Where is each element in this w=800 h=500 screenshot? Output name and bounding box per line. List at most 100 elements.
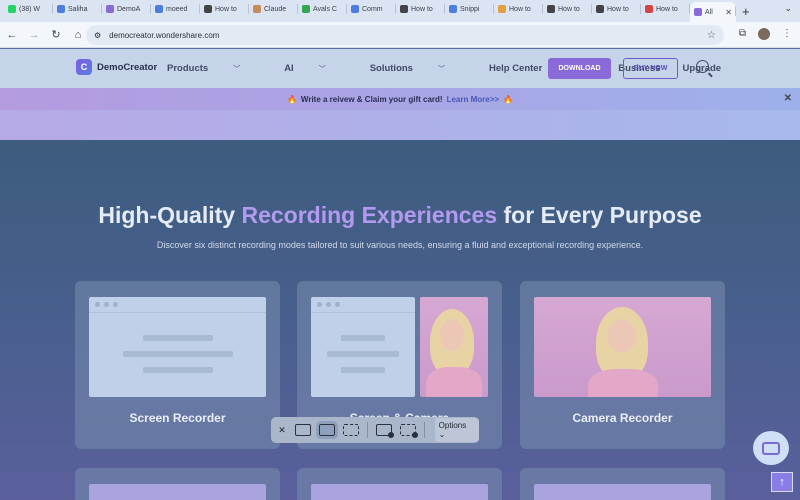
tab-favicon-icon — [498, 5, 506, 13]
browser-tab[interactable]: How to — [543, 0, 592, 18]
record-region-icon[interactable] — [399, 424, 418, 438]
tab-label: All — [705, 8, 713, 16]
tab-label: How to — [558, 5, 580, 13]
tab-label: How to — [411, 5, 433, 13]
card-camera-recorder[interactable]: Camera Recorder — [520, 281, 725, 449]
new-tab-button[interactable]: + — [742, 4, 750, 19]
card-partial[interactable] — [520, 468, 725, 500]
browser-tab[interactable]: DemoA — [102, 0, 151, 18]
hero-subtitle: Discover six distinct recording modes ta… — [156, 240, 644, 250]
screen-mockup — [311, 297, 415, 397]
tab-favicon-icon — [596, 5, 604, 13]
hero-title: High-Quality Recording Experiences for E… — [98, 202, 702, 228]
tab-favicon-icon — [694, 8, 702, 16]
close-tab-icon[interactable]: ✕ — [725, 8, 732, 17]
browser-tab[interactable]: All ✕ — [690, 2, 736, 22]
record-window-icon[interactable] — [375, 424, 394, 438]
search-icon[interactable] — [696, 60, 709, 73]
tab-search-chevron-icon[interactable]: ⌄ — [784, 3, 792, 14]
camera-photo — [534, 297, 711, 397]
tab-label: How to — [509, 5, 531, 13]
browser-menu-icon[interactable]: ⋮ — [782, 28, 792, 40]
buy-now-button[interactable]: BUY NOW — [623, 58, 678, 79]
browser-tab[interactable]: Comm — [347, 0, 396, 18]
browser-tab[interactable]: How to — [592, 0, 641, 18]
tab-favicon-icon — [155, 5, 163, 13]
learn-more-link[interactable]: Learn More>> — [447, 95, 499, 104]
tab-favicon-icon — [253, 5, 261, 13]
back-icon[interactable]: ← — [6, 29, 18, 41]
card-partial[interactable] — [75, 468, 280, 500]
url-text: democreator.wondershare.com — [109, 30, 220, 40]
tab-label: Claude — [264, 5, 287, 13]
close-icon[interactable]: ✕ — [784, 93, 792, 104]
chevron-down-icon: ﹀ — [318, 66, 326, 73]
nav-solutions[interactable]: Solutions ﹀ — [370, 63, 467, 74]
site-header: C DemoCreator Products ﹀ AI ﹀ Solutions ﹀ H… — [0, 49, 800, 88]
tab-label: Avals C — [313, 5, 337, 13]
close-icon[interactable]: ✕ — [277, 425, 287, 436]
tab-label: Saliha — [68, 5, 88, 13]
browser-tab[interactable]: How to — [200, 0, 249, 18]
card-screen-recorder[interactable]: Screen Recorder — [75, 281, 280, 449]
logo-text: DemoCreator — [97, 61, 158, 73]
chevron-down-icon: ﹀ — [437, 66, 445, 73]
forward-icon[interactable]: → — [28, 29, 40, 41]
camera-photo — [420, 297, 488, 397]
tab-label: How to — [215, 5, 237, 13]
browser-tab[interactable]: Avals C — [298, 0, 347, 18]
tab-favicon-icon — [400, 5, 408, 13]
tab-favicon-icon — [8, 5, 16, 13]
tab-favicon-icon — [57, 5, 65, 13]
card-partial[interactable] — [297, 468, 502, 500]
browser-tab[interactable]: How to — [494, 0, 543, 18]
tab-favicon-icon — [645, 5, 653, 13]
nav-ai[interactable]: AI ﹀ — [284, 63, 348, 74]
tab-favicon-icon — [106, 5, 114, 13]
tab-label: moeed — [166, 5, 188, 13]
arrow-up-icon: ↑ — [779, 476, 785, 488]
nav-products[interactable]: Products ﹀ — [167, 63, 262, 74]
chevron-down-icon: ﹀ — [233, 66, 241, 73]
logo-icon: C — [76, 59, 92, 75]
tab-favicon-icon — [204, 5, 212, 13]
divider — [423, 422, 425, 438]
chat-icon — [762, 441, 780, 455]
browser-tab[interactable]: (38) W — [4, 0, 53, 18]
bookmark-star-icon[interactable]: ☆ — [707, 30, 716, 41]
options-dropdown[interactable]: Options ⌄ — [434, 418, 479, 442]
home-icon[interactable]: ⌂ — [72, 29, 84, 41]
browser-tab[interactable]: Snippi — [445, 0, 494, 18]
browser-tab[interactable]: How to — [396, 0, 445, 18]
back-to-top-button[interactable]: ↑ — [771, 472, 793, 492]
hero-section: High-Quality Recording Experiences for E… — [0, 140, 800, 500]
tab-favicon-icon — [449, 5, 457, 13]
browser-tab[interactable]: moeed — [151, 0, 200, 18]
tab-label: Snippi — [460, 5, 480, 13]
fullscreen-snip-icon[interactable] — [294, 424, 311, 436]
browser-tab[interactable]: Claude — [249, 0, 298, 18]
extensions-icon[interactable]: ⧉ — [739, 28, 746, 40]
tab-label: (38) W — [19, 5, 40, 13]
divider — [366, 422, 368, 438]
browser-tab[interactable]: Saliha — [53, 0, 102, 18]
reload-icon[interactable]: ↻ — [50, 28, 62, 41]
screen-mockup — [89, 297, 266, 397]
download-button[interactable]: DOWNLOAD — [548, 58, 611, 79]
democreator-logo[interactable]: C DemoCreator — [76, 59, 157, 75]
browser-tab[interactable]: How to — [641, 0, 690, 18]
header-band — [0, 110, 800, 140]
tab-favicon-icon — [302, 5, 310, 13]
chat-button[interactable] — [753, 431, 789, 465]
tab-favicon-icon — [547, 5, 555, 13]
window-snip-icon[interactable] — [315, 421, 338, 439]
url-input[interactable]: ⚙ democreator.wondershare.com ☆ — [86, 25, 724, 45]
address-bar-row: ← → ↻ ⌂ ⚙ democreator.wondershare.com ☆ … — [0, 22, 800, 48]
fire-icon: 🔥 — [286, 94, 297, 104]
site-info-icon[interactable]: ⚙ — [94, 31, 101, 40]
tab-label: How to — [607, 5, 629, 13]
card-label: Camera Recorder — [572, 411, 673, 425]
profile-avatar[interactable] — [758, 28, 770, 40]
region-snip-icon[interactable] — [342, 424, 359, 436]
tab-favicon-icon — [351, 5, 359, 13]
